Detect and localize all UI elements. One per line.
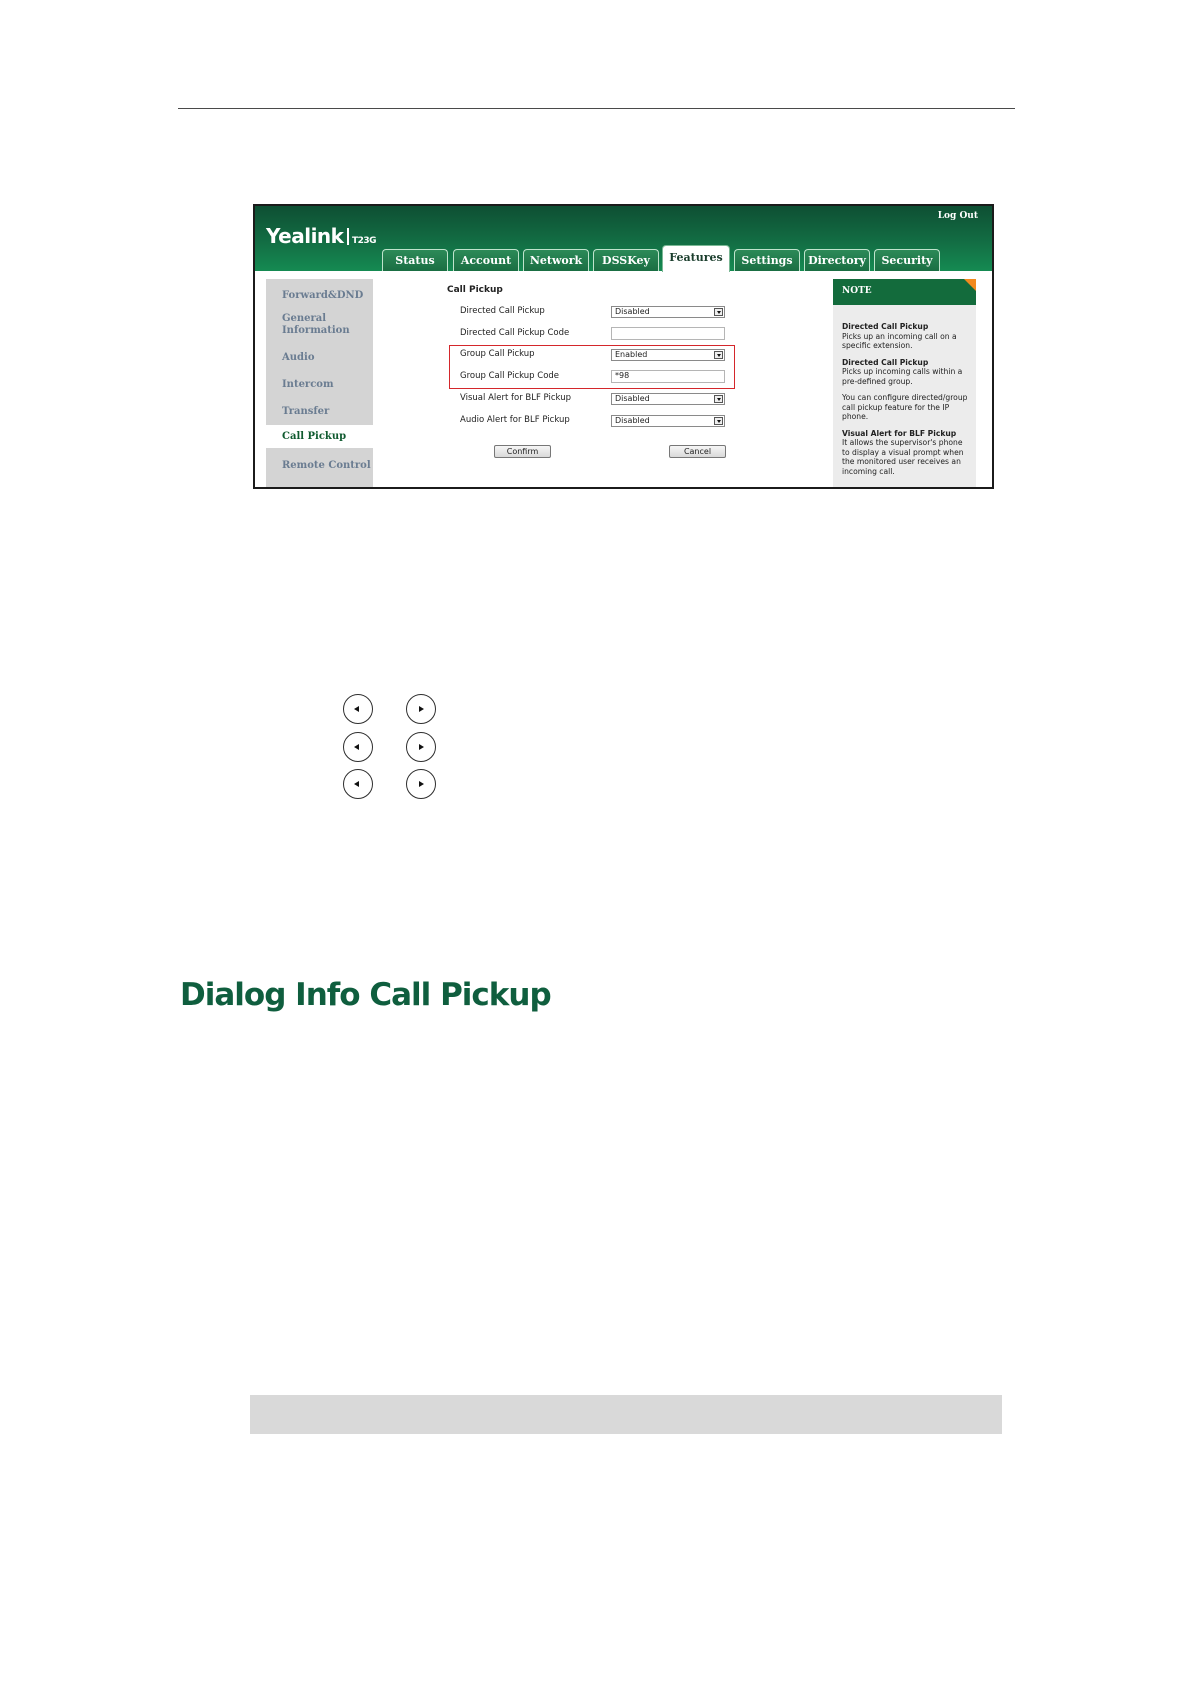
tab-security[interactable]: Security — [874, 249, 940, 271]
note-panel: NOTE Directed Call Pickup Picks up an in… — [833, 279, 976, 487]
left-arrow-icon — [343, 769, 373, 799]
tab-dsskey[interactable]: DSSKey — [593, 249, 659, 271]
note-title: Visual Alert for BLF Pickup — [842, 428, 957, 438]
note-header: NOTE — [833, 279, 976, 305]
note-text: It allows the supervisor's phone to disp… — [842, 438, 964, 476]
sidebar-item-call-pickup[interactable]: Call Pickup — [266, 425, 374, 448]
audio-alert-blf-pickup-select[interactable]: Disabled — [611, 415, 725, 427]
sidebar-item-forward-dnd[interactable]: Forward&DND — [266, 290, 373, 302]
note-text: Picks up an incoming call on a specific … — [842, 331, 957, 351]
sidebar-item-transfer[interactable]: Transfer — [266, 406, 373, 418]
tab-settings[interactable]: Settings — [734, 249, 800, 271]
directed-call-pickup-select[interactable]: Disabled — [611, 306, 725, 318]
tab-directory[interactable]: Directory — [804, 249, 870, 271]
right-arrow-icon — [406, 732, 436, 762]
chevron-down-icon — [714, 395, 723, 403]
note-text: Picks up incoming calls within a pre-def… — [842, 367, 963, 386]
web-ui-header: Yealink T23G Log Out Status Account Netwo… — [255, 206, 992, 272]
right-arrow-icon — [406, 694, 436, 724]
right-arrow-icon — [406, 769, 436, 799]
note-title: Directed Call Pickup — [842, 357, 929, 367]
visual-alert-blf-pickup-select[interactable]: Disabled — [611, 393, 725, 405]
chevron-down-icon — [714, 308, 723, 316]
sidebar-item-remote-control[interactable]: Remote Control — [266, 460, 373, 472]
note-body: Directed Call Pickup Picks up an incomin… — [842, 322, 970, 483]
sidebar-item-audio[interactable]: Audio — [266, 352, 373, 364]
note-bar — [250, 1395, 1002, 1434]
sidebar: Forward&DND General Information Audio In… — [266, 279, 374, 487]
left-arrow-icon — [343, 694, 373, 724]
cancel-button[interactable]: Cancel — [669, 445, 726, 458]
note-text: You can configure directed/group call pi… — [842, 393, 968, 421]
highlight-box — [449, 345, 735, 389]
sidebar-item-intercom[interactable]: Intercom — [266, 379, 373, 391]
form-title: Call Pickup — [447, 285, 503, 295]
note-title: Directed Call Pickup — [842, 322, 929, 331]
directed-call-pickup-code-input[interactable] — [611, 327, 725, 340]
left-arrow-icon — [343, 732, 373, 762]
chevron-down-icon — [714, 417, 723, 425]
directed-call-pickup-label: Directed Call Pickup — [460, 306, 545, 316]
yealink-logo: Yealink T23G — [266, 224, 377, 248]
note-corner-flag — [964, 279, 976, 291]
audio-alert-blf-pickup-label: Audio Alert for BLF Pickup — [460, 415, 570, 425]
tab-status[interactable]: Status — [382, 249, 448, 271]
section-heading: Dialog Info Call Pickup — [180, 977, 552, 1013]
tab-features[interactable]: Features — [662, 245, 730, 272]
web-ui-screenshot: Yealink T23G Log Out Status Account Netwo… — [253, 204, 994, 489]
logout-link[interactable]: Log Out — [938, 211, 978, 221]
tab-account[interactable]: Account — [453, 249, 519, 271]
visual-alert-blf-pickup-label: Visual Alert for BLF Pickup — [460, 393, 571, 403]
tab-network[interactable]: Network — [523, 249, 589, 271]
confirm-button[interactable]: Confirm — [494, 445, 551, 458]
directed-call-pickup-code-label: Directed Call Pickup Code — [460, 328, 570, 338]
sidebar-item-general-information[interactable]: General Information — [266, 313, 366, 337]
header-rule — [178, 108, 1015, 109]
